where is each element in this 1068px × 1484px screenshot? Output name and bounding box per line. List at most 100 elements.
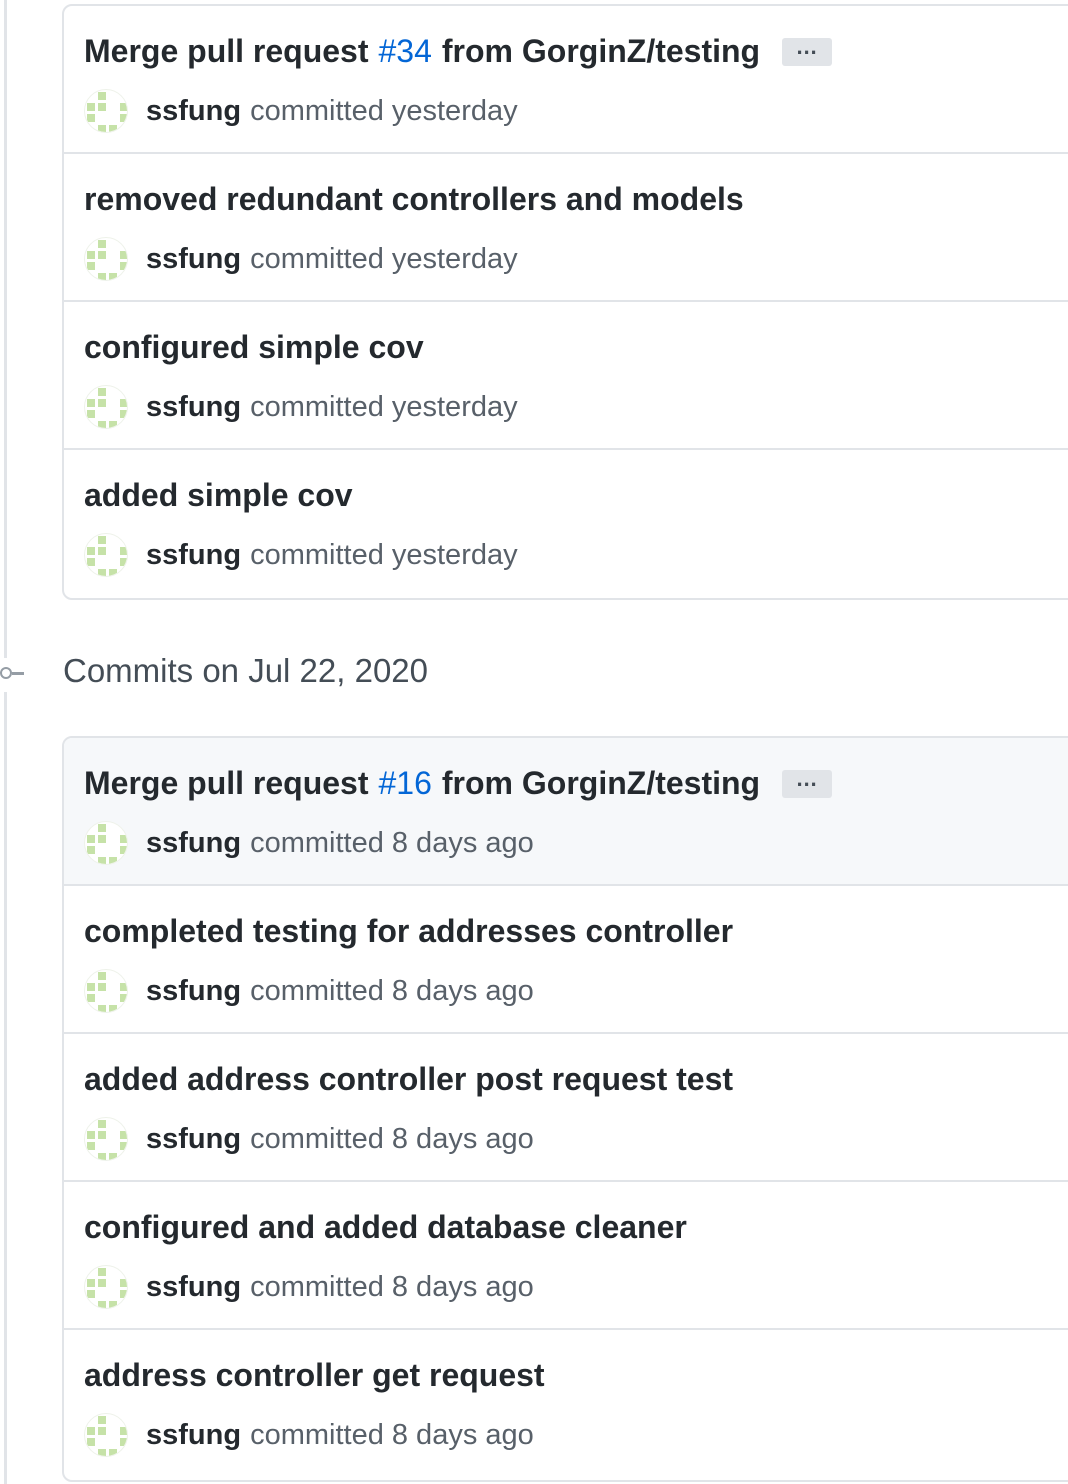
- commit-message[interactable]: Merge pull request #34 from GorginZ/test…: [84, 33, 833, 70]
- author-link[interactable]: ssfung: [146, 1271, 241, 1304]
- commit-row: address controller get request ssfung co…: [64, 1330, 1068, 1478]
- commit-message[interactable]: Merge pull request #16 from GorginZ/test…: [84, 765, 833, 802]
- identicon-block: [120, 114, 127, 122]
- identicon-block: [120, 1279, 127, 1287]
- identicon-block: [87, 1279, 95, 1287]
- commit-group-card: Merge pull request #34 from GorginZ/test…: [62, 4, 1068, 600]
- identicon-block: [98, 1449, 106, 1456]
- identicon-block: [109, 273, 117, 280]
- commit-date: committed 8 days ago: [250, 1418, 534, 1451]
- identicon-block: [98, 251, 106, 259]
- identicon-block: [98, 1120, 106, 1128]
- identicon-block: [109, 1005, 117, 1012]
- avatar[interactable]: [84, 533, 128, 577]
- identicon-block: [87, 103, 95, 111]
- avatar[interactable]: [84, 969, 128, 1013]
- ellipsis-expander-button[interactable]: …: [782, 767, 833, 798]
- identicon-block: [87, 846, 95, 854]
- author-link[interactable]: ssfung: [146, 391, 241, 424]
- identicon-block: [98, 1131, 106, 1139]
- avatar[interactable]: [84, 1117, 128, 1161]
- author-link[interactable]: ssfung: [146, 539, 241, 572]
- identicon-block: [87, 558, 95, 566]
- timeline-line: [4, 692, 7, 1484]
- commit-message[interactable]: added address controller post request te…: [84, 1061, 733, 1098]
- author-link[interactable]: ssfung: [146, 95, 241, 128]
- identicon-block: [87, 1131, 95, 1139]
- identicon-block: [120, 983, 127, 991]
- identicon-block: [120, 558, 127, 566]
- author-link[interactable]: ssfung: [146, 975, 241, 1008]
- identicon-block: [109, 1449, 117, 1456]
- identicon-block: [87, 1438, 95, 1446]
- author-link[interactable]: ssfung: [146, 827, 241, 860]
- identicon-block: [109, 1153, 117, 1160]
- ellipsis-expander-button[interactable]: …: [782, 35, 833, 66]
- identicon-block: [98, 1416, 106, 1424]
- identicon-block: [87, 262, 95, 270]
- commit-date: committed 8 days ago: [250, 1122, 534, 1155]
- identicon-block: [120, 1290, 127, 1298]
- author-link[interactable]: ssfung: [146, 1123, 241, 1156]
- identicon-block: [98, 399, 106, 407]
- commit-date: committed 8 days ago: [250, 826, 534, 859]
- identicon-block: [87, 547, 95, 555]
- commit-message-text[interactable]: from GorginZ/testing: [442, 765, 760, 802]
- commit-row: Merge pull request #16 from GorginZ/test…: [64, 738, 1068, 886]
- identicon-block: [98, 103, 106, 111]
- identicon-block: [98, 983, 106, 991]
- identicon-block: [120, 835, 127, 843]
- author-link[interactable]: ssfung: [146, 243, 241, 276]
- identicon-block: [87, 1427, 95, 1435]
- commit-message[interactable]: address controller get request: [84, 1357, 545, 1394]
- identicon-block: [120, 251, 127, 259]
- identicon-block: [109, 1301, 117, 1308]
- commit-message-text[interactable]: Merge pull request: [84, 765, 369, 802]
- avatar[interactable]: [84, 89, 128, 133]
- identicon-block: [87, 1290, 95, 1298]
- identicon-block: [87, 114, 95, 122]
- identicon-block: [98, 1279, 106, 1287]
- commit-message-text[interactable]: Merge pull request: [84, 33, 369, 70]
- identicon-block: [98, 536, 106, 544]
- commit-row: removed redundant controllers and models…: [64, 154, 1068, 302]
- identicon-block: [98, 388, 106, 396]
- commit-message[interactable]: added simple cov: [84, 477, 353, 514]
- pull-request-link[interactable]: #16: [379, 765, 432, 802]
- identicon-block: [120, 262, 127, 270]
- avatar[interactable]: [84, 821, 128, 865]
- identicon-block: [87, 1142, 95, 1150]
- identicon-block: [87, 983, 95, 991]
- identicon-block: [120, 399, 127, 407]
- commit-message-text[interactable]: from GorginZ/testing: [442, 33, 760, 70]
- commit-date: committed 8 days ago: [250, 1270, 534, 1303]
- avatar[interactable]: [84, 1265, 128, 1309]
- pull-request-link[interactable]: #34: [379, 33, 432, 70]
- commit-row: completed testing for addresses controll…: [64, 886, 1068, 1034]
- avatar[interactable]: [84, 237, 128, 281]
- commit-date: committed 8 days ago: [250, 974, 534, 1007]
- commit-date: committed yesterday: [250, 538, 518, 571]
- identicon-block: [98, 857, 106, 864]
- identicon-block: [120, 1142, 127, 1150]
- identicon-block: [98, 273, 106, 280]
- identicon-block: [87, 994, 95, 1002]
- identicon-block: [120, 846, 127, 854]
- identicon-block: [98, 972, 106, 980]
- identicon-block: [109, 125, 117, 132]
- identicon-block: [98, 824, 106, 832]
- avatar[interactable]: [84, 385, 128, 429]
- commit-group-card: Merge pull request #16 from GorginZ/test…: [62, 736, 1068, 1482]
- commit-message[interactable]: configured and added database cleaner: [84, 1209, 687, 1246]
- author-link[interactable]: ssfung: [146, 1419, 241, 1452]
- git-commit-icon: [0, 667, 12, 679]
- commit-message[interactable]: configured simple cov: [84, 329, 424, 366]
- identicon-block: [98, 421, 106, 428]
- commit-date: committed yesterday: [250, 390, 518, 423]
- avatar[interactable]: [84, 1413, 128, 1457]
- commit-message[interactable]: removed redundant controllers and models: [84, 181, 744, 218]
- identicon-block: [98, 835, 106, 843]
- commit-message[interactable]: completed testing for addresses controll…: [84, 913, 733, 950]
- identicon-block: [98, 240, 106, 248]
- identicon-block: [98, 1268, 106, 1276]
